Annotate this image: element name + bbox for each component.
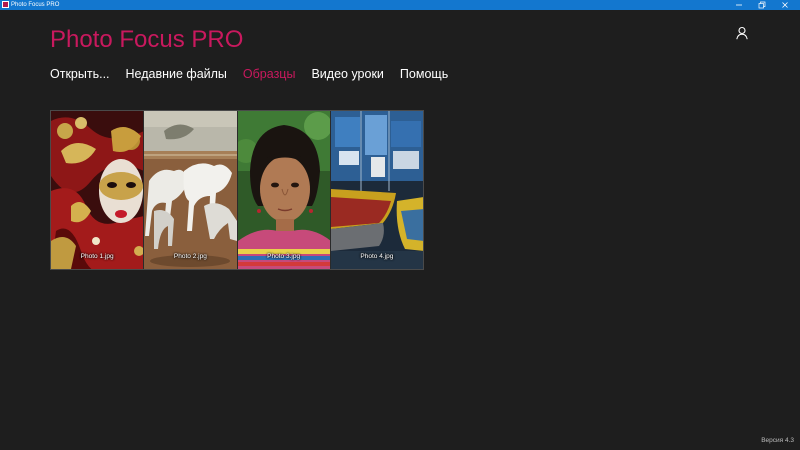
app-icon [2, 1, 9, 8]
sample-photo-1-label: Photo 1.jpg [80, 253, 114, 260]
sample-photo-1-image [51, 111, 144, 269]
sample-photo-4-image [330, 111, 423, 269]
version-label: Версия 4.3 [761, 437, 794, 444]
nav-open[interactable]: Открыть... [50, 66, 110, 82]
sample-photo-2-label: Photo 2.jpg [173, 253, 207, 260]
sample-photo-4[interactable]: Photo 4.jpg [329, 111, 423, 269]
close-icon [781, 2, 788, 8]
sample-photo-3-image [237, 111, 330, 269]
nav-help[interactable]: Помощь [400, 66, 448, 82]
sample-photo-1[interactable]: Photo 1.jpg [51, 111, 144, 269]
restore-button[interactable] [750, 0, 773, 10]
main-nav: Открыть... Недавние файлы Образцы Видео … [50, 66, 464, 82]
sample-photo-3-label: Photo 3.jpg [267, 253, 301, 260]
minimize-button[interactable] [727, 0, 750, 10]
window-title: Photo Focus PRO [11, 2, 60, 8]
minimize-icon [735, 4, 742, 6]
sample-photo-2[interactable]: Photo 2.jpg [143, 111, 237, 269]
user-icon [736, 26, 748, 40]
samples-gallery: Photo 1.jpg Photo 2.jpg Photo 3.jpg Phot… [50, 110, 424, 270]
sample-photo-4-label: Photo 4.jpg [360, 253, 394, 260]
window-controls [727, 0, 796, 10]
sample-photo-2-image [144, 111, 237, 269]
nav-recent-files[interactable]: Недавние файлы [126, 66, 227, 82]
nav-video-tutorials[interactable]: Видео уроки [311, 66, 383, 82]
restore-icon [758, 1, 765, 9]
close-button[interactable] [773, 0, 796, 10]
sample-photo-3[interactable]: Photo 3.jpg [236, 111, 330, 269]
user-button[interactable] [735, 26, 749, 40]
app-title: Photo Focus PRO [50, 26, 244, 53]
window-title-bar: Photo Focus PRO [0, 0, 800, 10]
nav-samples[interactable]: Образцы [243, 66, 296, 82]
